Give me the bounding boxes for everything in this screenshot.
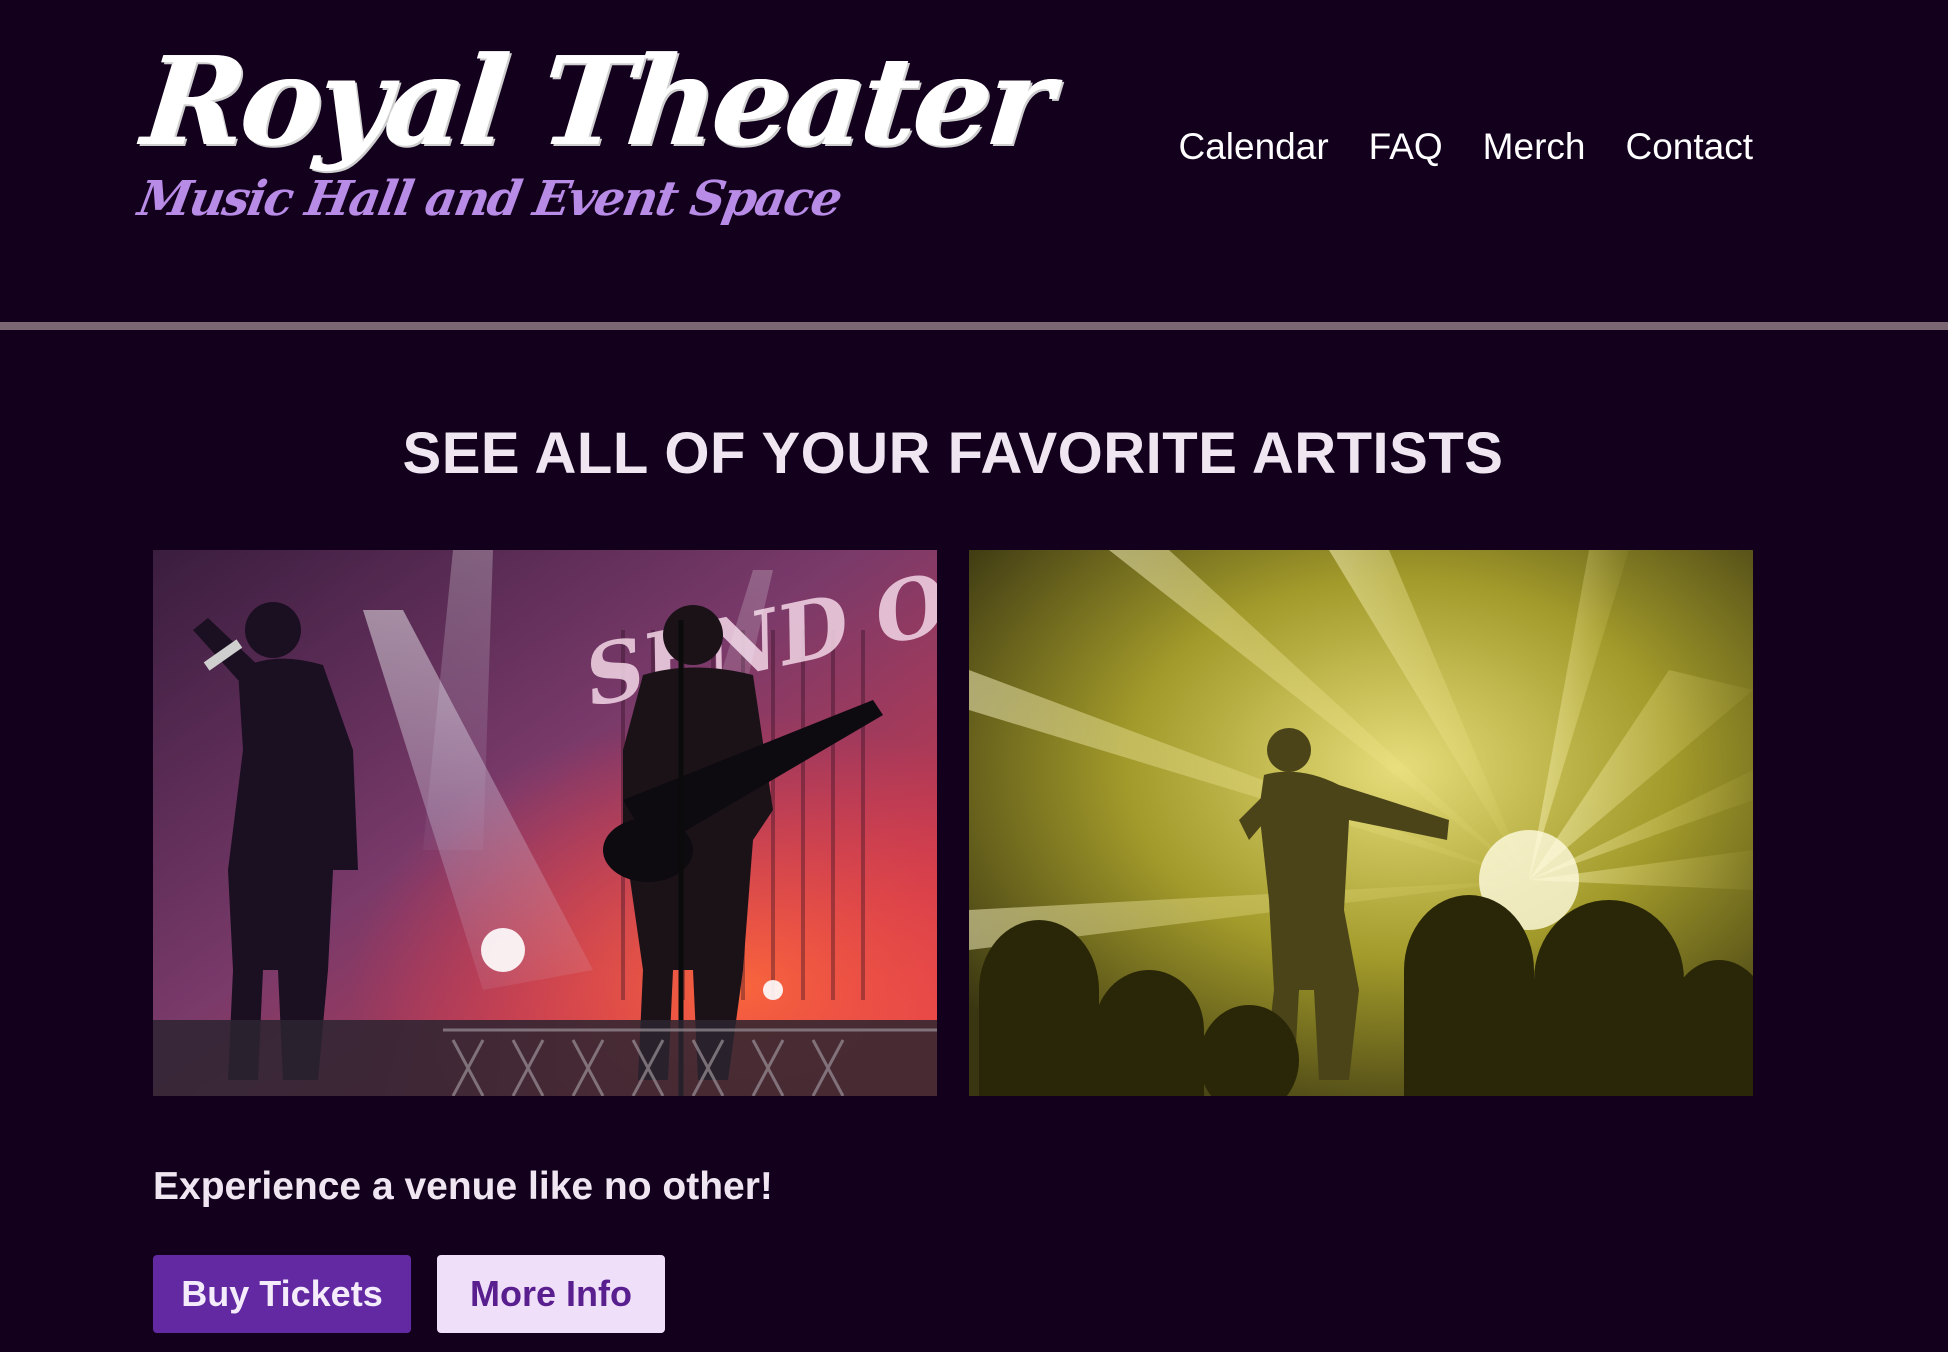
singer-with-yellow-lights-photo: [969, 550, 1753, 1096]
nav-link-faq[interactable]: FAQ: [1369, 122, 1443, 172]
logo[interactable]: Royal Theater Music Hall and Event Space: [134, 29, 1056, 240]
site-header: Royal Theater Music Hall and Event Space…: [0, 0, 1948, 322]
hero-heading: SEE ALL OF YOUR FAVORITE ARTISTS: [402, 421, 1504, 486]
header-divider: [0, 322, 1948, 330]
rock-band-photo-illustration: SEND OFF: [153, 550, 937, 1096]
tagline: Experience a venue like no other!: [153, 1165, 773, 1208]
logo-subtitle: Music Hall and Event Space: [134, 171, 845, 227]
buy-tickets-button[interactable]: Buy Tickets: [153, 1255, 411, 1333]
nav-link-merch[interactable]: Merch: [1483, 122, 1586, 172]
rock-band-on-stage-photo: SEND OFF: [153, 550, 937, 1096]
main-nav: Calendar FAQ Merch Contact: [1178, 122, 1753, 172]
nav-link-contact[interactable]: Contact: [1625, 122, 1753, 172]
nav-link-calendar[interactable]: Calendar: [1178, 122, 1328, 172]
more-info-button[interactable]: More Info: [437, 1255, 665, 1333]
logo-title: Royal Theater: [137, 29, 1057, 173]
singer-photo-illustration: [969, 550, 1753, 1096]
